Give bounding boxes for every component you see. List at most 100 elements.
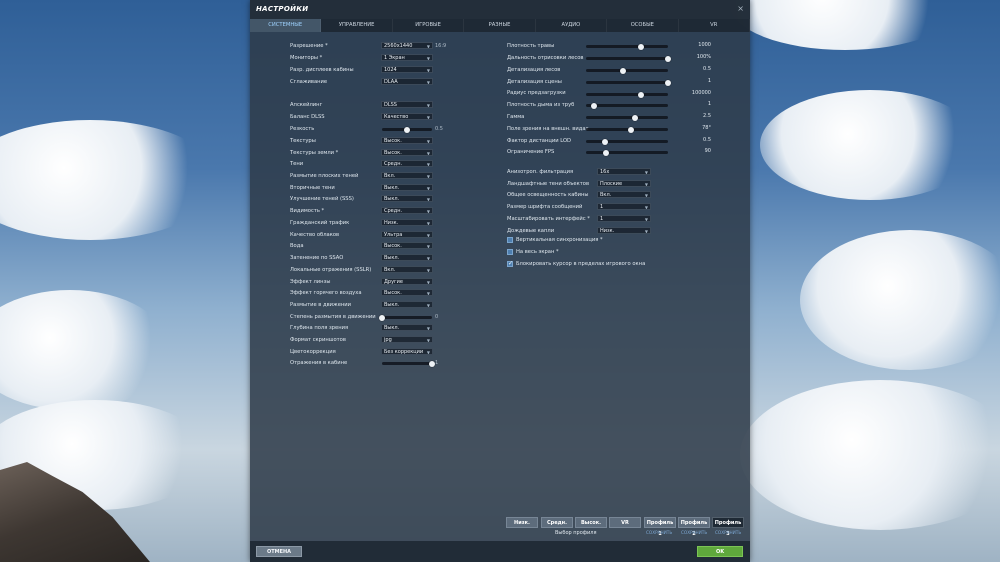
- gamma-slider[interactable]: [586, 114, 668, 121]
- dof-dropdown[interactable]: Выкл. ▼: [381, 324, 433, 331]
- textures-dropdown[interactable]: Высок. ▼: [381, 137, 433, 144]
- tab-special[interactable]: ОСОБЫЕ: [607, 19, 679, 32]
- profile-2-button[interactable]: Профиль 2: [678, 517, 710, 537]
- secondary-shadows-value: Выкл.: [384, 185, 400, 191]
- scene-detail-slider[interactable]: [586, 79, 671, 86]
- sss-dropdown[interactable]: Выкл. ▼: [381, 195, 433, 202]
- chevron-down-icon: ▼: [644, 170, 648, 175]
- tab-game[interactable]: ИГРОВЫЕ: [393, 19, 465, 32]
- water-dropdown[interactable]: Высок. ▼: [381, 242, 433, 249]
- preload-radius-slider[interactable]: [586, 91, 668, 98]
- save-profile-1-link[interactable]: СОХРАНИТЬ: [646, 530, 672, 535]
- flat-shadow-blur-dropdown[interactable]: Вкл. ▼: [381, 172, 433, 179]
- fps-limit-slider[interactable]: [586, 149, 668, 156]
- shadows-value: Средн.: [384, 161, 403, 167]
- grass-density-label: Плотность травы: [507, 43, 555, 49]
- slider-knob[interactable]: [628, 126, 635, 133]
- water-label: Вода: [290, 243, 304, 249]
- forest-distance-slider[interactable]: [586, 55, 671, 62]
- cancel-button[interactable]: ОТМЕНА: [256, 546, 302, 557]
- forest-distance-value: 100%: [696, 54, 711, 60]
- preset-medium-button[interactable]: Средн.: [541, 517, 573, 528]
- forest-detail-slider[interactable]: [586, 67, 668, 74]
- lock-cursor-checkbox[interactable]: ✓: [507, 260, 513, 267]
- sslr-dropdown[interactable]: Вкл. ▼: [381, 266, 433, 273]
- cockpit-res-dropdown[interactable]: 1024 ▼: [381, 66, 433, 73]
- preset-high-button[interactable]: Высок.: [575, 517, 607, 528]
- dlss-balance-dropdown[interactable]: Качество ▼: [381, 113, 433, 120]
- profile-1-button[interactable]: Профиль 1: [644, 517, 676, 537]
- tab-audio[interactable]: АУДИО: [536, 19, 608, 32]
- heat-haze-dropdown[interactable]: Высок. ▼: [381, 289, 433, 296]
- fov-slider[interactable]: [586, 126, 668, 133]
- chevron-down-icon: ▼: [426, 174, 430, 179]
- forest-detail-label: Детализация лесов: [507, 67, 561, 73]
- chimney-smoke-slider[interactable]: [586, 102, 668, 109]
- slider-knob[interactable]: [665, 79, 671, 86]
- cockpit-reflections-label: Отражения в кабине: [290, 360, 348, 366]
- chevron-down-icon: ▼: [426, 186, 430, 191]
- color-correction-dropdown[interactable]: Без коррекции ▼: [381, 348, 433, 355]
- screenshot-format-dropdown[interactable]: jpg ▼: [381, 336, 433, 343]
- cockpit-reflections-slider[interactable]: [382, 360, 435, 367]
- secondary-shadows-dropdown[interactable]: Выкл. ▼: [381, 184, 433, 191]
- profile-3-button[interactable]: Профиль 3: [712, 517, 744, 537]
- chevron-down-icon: ▼: [426, 291, 430, 296]
- close-icon[interactable]: ×: [737, 4, 744, 13]
- chevron-down-icon: ▼: [644, 229, 648, 234]
- fullscreen-label: На весь экран *: [516, 249, 559, 255]
- cloud-quality-dropdown[interactable]: Ультра ▼: [381, 231, 433, 238]
- save-profile-2-link[interactable]: СОХРАНИТЬ: [681, 530, 707, 535]
- terrain-shadows-dropdown[interactable]: Плоские ▼: [597, 180, 651, 187]
- tab-controls[interactable]: УПРАВЛЕНИЕ: [321, 19, 393, 32]
- ssao-dropdown[interactable]: Выкл. ▼: [381, 254, 433, 261]
- vsync-checkbox[interactable]: [507, 237, 513, 243]
- visibility-value: Средн.: [384, 208, 403, 214]
- shadows-dropdown[interactable]: Средн. ▼: [381, 160, 433, 167]
- sss-value: Выкл.: [384, 196, 400, 202]
- tab-system[interactable]: СИСТЕМНЫЕ: [250, 19, 322, 32]
- tab-misc[interactable]: РАЗНЫЕ: [464, 19, 536, 32]
- lens-dropdown[interactable]: Другие ▼: [381, 278, 433, 285]
- antialiasing-dropdown[interactable]: DLAA ▼: [381, 78, 433, 85]
- ui-scale-dropdown[interactable]: 1 ▼: [597, 215, 651, 222]
- cockpit-reflections-value: 1: [435, 360, 439, 366]
- sharpness-label: Резкость: [290, 126, 315, 132]
- color-correction-value: Без коррекции: [384, 349, 424, 355]
- lod-factor-slider[interactable]: [586, 138, 668, 145]
- save-profile-3-link[interactable]: СОХРАНИТЬ: [715, 530, 741, 535]
- slider-knob[interactable]: [602, 149, 609, 156]
- tab-vr[interactable]: VR: [679, 19, 750, 32]
- cockpit-light-dropdown[interactable]: Вкл. ▼: [597, 191, 651, 198]
- slider-knob[interactable]: [379, 314, 385, 321]
- chimney-smoke-value: 1: [707, 101, 711, 107]
- motion-blur-amount-slider[interactable]: [379, 314, 432, 321]
- sharpness-slider[interactable]: [382, 126, 432, 133]
- slider-knob[interactable]: [632, 114, 639, 121]
- slider-knob[interactable]: [665, 55, 671, 62]
- message-font-dropdown[interactable]: 1 ▼: [597, 203, 651, 210]
- rain-drops-dropdown[interactable]: Низк. ▼: [597, 227, 651, 234]
- anisotropic-dropdown[interactable]: 16x ▼: [597, 168, 651, 175]
- lens-value: Другие: [384, 279, 403, 285]
- slider-knob[interactable]: [637, 91, 644, 98]
- civil-traffic-dropdown[interactable]: Низк. ▼: [381, 219, 433, 226]
- preset-low-button[interactable]: Низк.: [506, 517, 538, 528]
- resolution-dropdown[interactable]: 2560x1440 ▼: [381, 42, 433, 49]
- slider-knob[interactable]: [404, 126, 410, 133]
- slider-knob[interactable]: [601, 138, 608, 145]
- chevron-down-icon: ▼: [426, 44, 430, 49]
- upscaler-dropdown[interactable]: DLSS ▼: [381, 101, 433, 108]
- visibility-dropdown[interactable]: Средн. ▼: [381, 207, 433, 214]
- screenshot-format-value: jpg: [384, 337, 392, 343]
- slider-knob[interactable]: [637, 43, 644, 50]
- fullscreen-checkbox[interactable]: [507, 249, 513, 255]
- monitors-dropdown[interactable]: 1 Экран ▼: [381, 54, 433, 61]
- slider-knob[interactable]: [619, 67, 626, 74]
- grass-density-slider[interactable]: [586, 43, 668, 50]
- ground-textures-dropdown[interactable]: Высок. ▼: [381, 149, 433, 156]
- ok-button[interactable]: OK: [697, 546, 743, 557]
- slider-knob[interactable]: [591, 102, 598, 109]
- motion-blur-dropdown[interactable]: Выкл. ▼: [381, 301, 433, 308]
- preset-vr-button[interactable]: VR: [609, 517, 641, 528]
